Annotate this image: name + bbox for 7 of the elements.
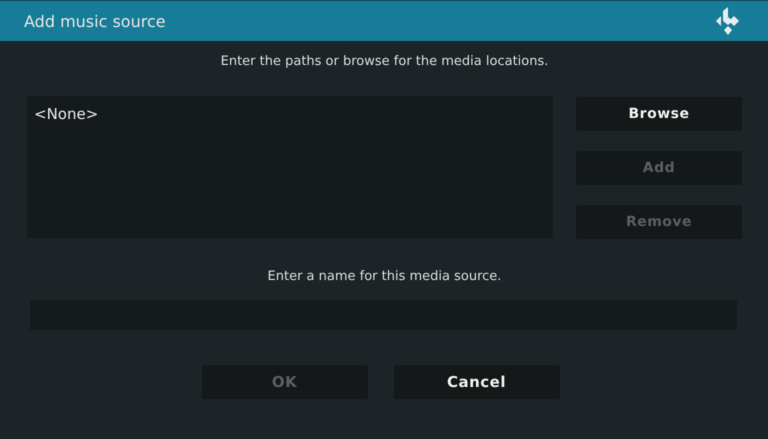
diamond-logo-icon — [714, 7, 742, 35]
name-prompt: Enter a name for this media source. — [266, 269, 502, 285]
window-title: Add music source — [24, 12, 166, 30]
dialog-button[interactable]: Cancel — [394, 365, 560, 399]
paths-prompt: Enter the paths or browse for the media locations. — [220, 54, 550, 70]
side-button[interactable]: Browse — [576, 97, 742, 131]
path-item[interactable]: <None> — [34, 105, 546, 123]
